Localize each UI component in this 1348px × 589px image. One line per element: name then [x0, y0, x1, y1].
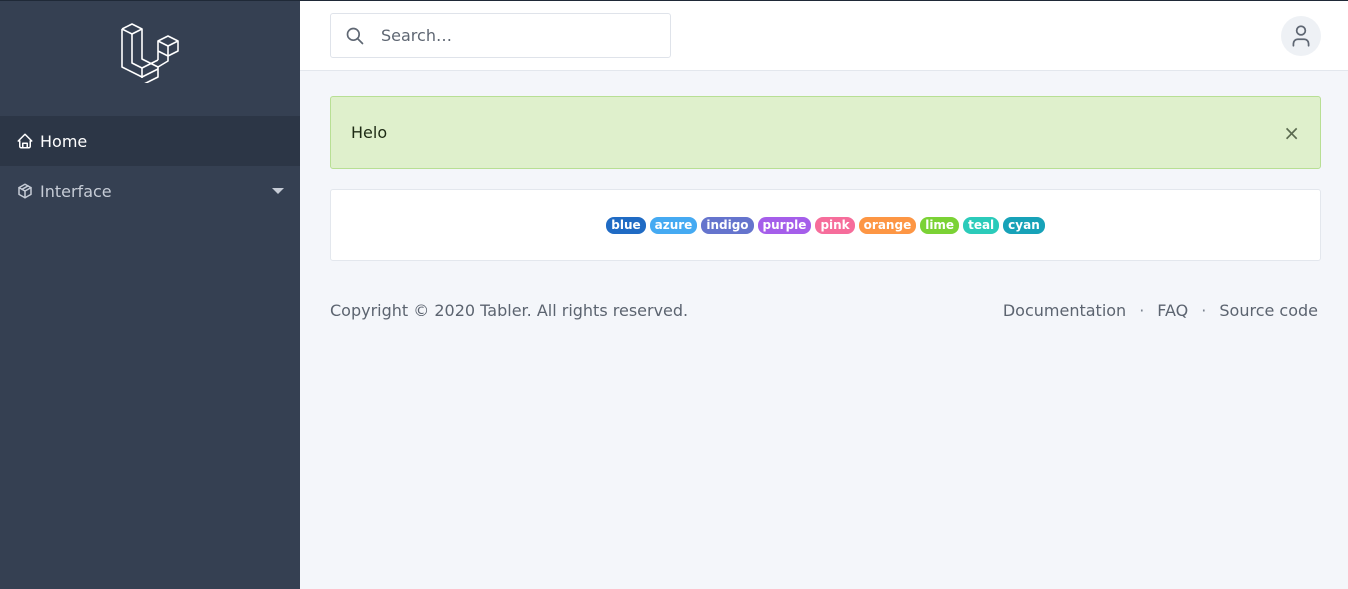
copyright-text: Copyright © 2020 Tabler. All rights rese…: [330, 301, 689, 320]
user-icon: [1292, 24, 1310, 47]
faq-link[interactable]: FAQ: [1157, 301, 1188, 320]
footer-links: Documentation · FAQ · Source code: [1003, 301, 1318, 320]
alert-message: Helo: [351, 123, 388, 142]
badge-pink: pink: [815, 216, 855, 234]
source-code-link[interactable]: Source code: [1219, 301, 1318, 320]
search-box[interactable]: [330, 13, 671, 58]
chevron-down-icon[interactable]: [272, 188, 284, 194]
sidebar-item-interface[interactable]: Interface: [0, 166, 300, 216]
badges-card: blue azure indigo purple pink orange lime teal c…: [330, 189, 1321, 261]
sidebar-item-label: Interface: [40, 181, 112, 201]
main-area: Helo × blueazureindigopurplepinkorangeli…: [300, 1, 1348, 589]
badge-lime: lime: [920, 216, 960, 234]
close-icon[interactable]: ×: [1283, 123, 1300, 143]
separator: ·: [1201, 301, 1207, 320]
sidebar-item-label: Home: [40, 131, 88, 151]
badge-azure: azure: [649, 216, 698, 234]
badge-indigo: indigo: [701, 216, 754, 234]
home-icon: [16, 132, 34, 150]
separator: ·: [1139, 301, 1145, 320]
logo[interactable]: [0, 1, 300, 116]
footer: Copyright © 2020 Tabler. All rights rese…: [300, 261, 1348, 320]
topbar: [300, 1, 1348, 71]
badge-blue: blue: [606, 216, 646, 234]
laravel-logo-icon: [121, 23, 179, 83]
badge-orange: orange: [858, 216, 917, 234]
badge-teal: teal: [963, 216, 1000, 234]
badge-cyan: cyan: [1003, 216, 1045, 234]
sidebar-item-home[interactable]: Home: [0, 116, 300, 166]
success-alert: Helo ×: [330, 96, 1321, 169]
sidebar: Home Interface: [0, 1, 300, 589]
page-content: Helo × blue azure indigo purple pink orange li…: [300, 71, 1348, 261]
search-input[interactable]: [381, 26, 641, 45]
app-root: Home Interface Search… Helo × blue azure…: [0, 0, 1348, 589]
documentation-link[interactable]: Documentation: [1003, 301, 1126, 320]
avatar[interactable]: [1281, 15, 1321, 56]
package-icon: [16, 182, 34, 200]
search-icon: [345, 26, 365, 46]
badge-purple: purple: [757, 216, 812, 234]
